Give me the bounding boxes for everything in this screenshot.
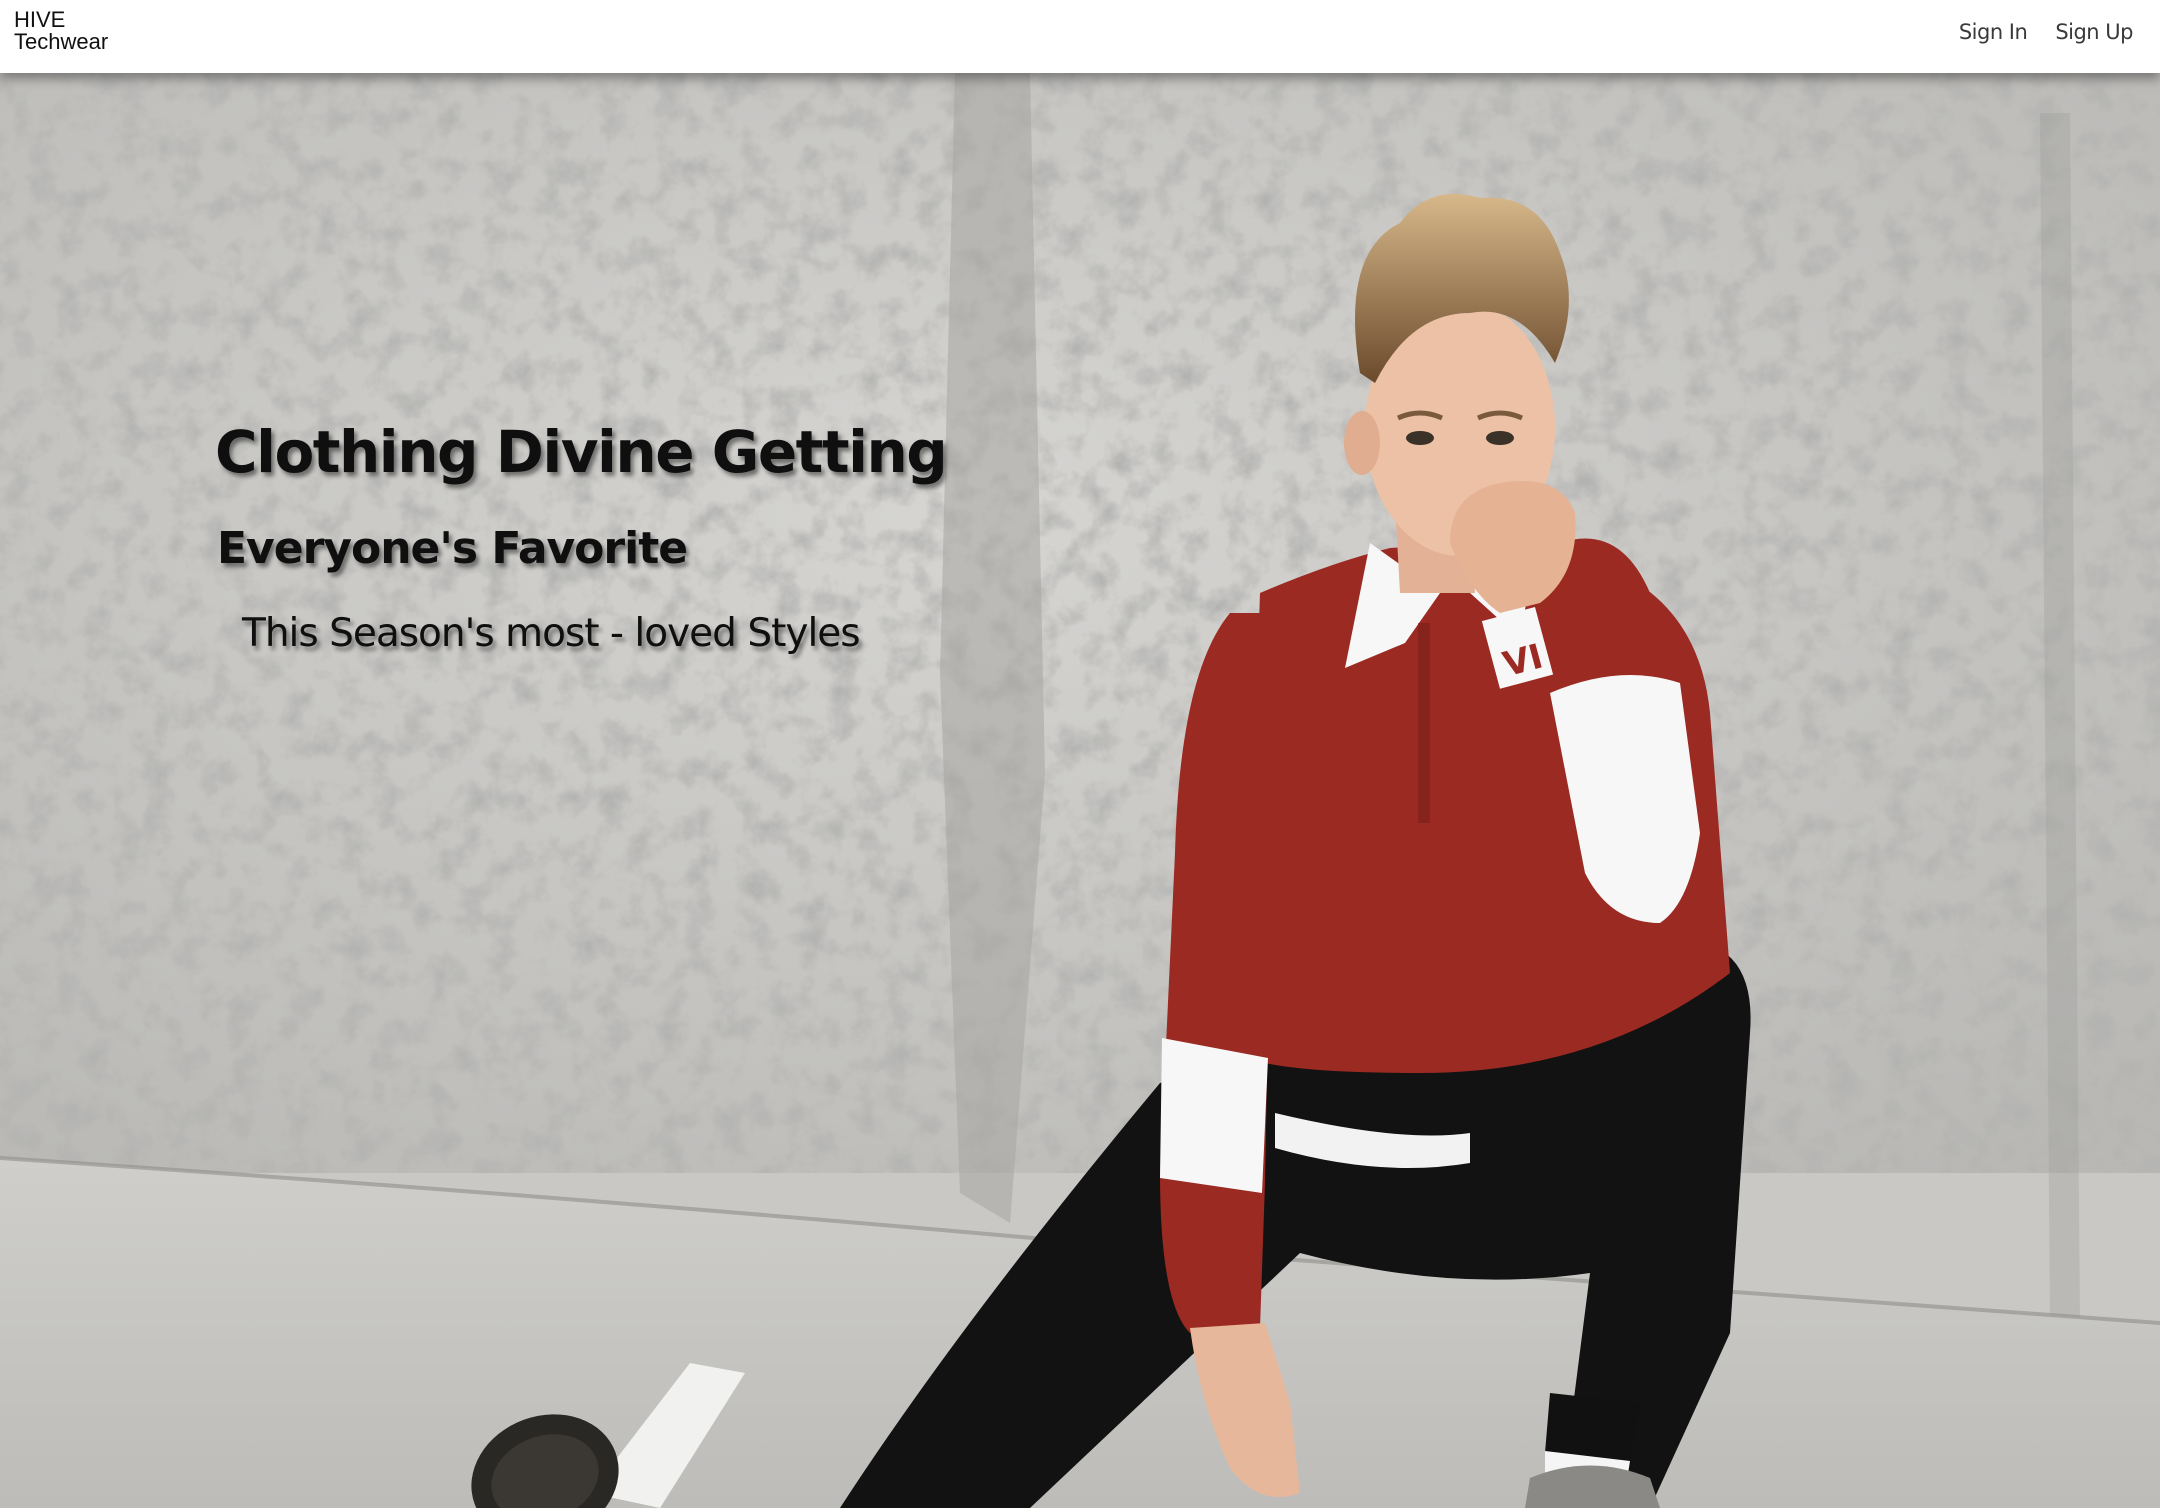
hero-title: Clothing Divine Getting: [215, 418, 948, 486]
auth-nav: Sign In Sign Up: [1959, 20, 2134, 44]
hero-subtitle: Everyone's Favorite: [217, 523, 688, 574]
hero-tagline: This Season's most - loved Styles: [242, 611, 861, 656]
top-navbar: HIVE Techwear Sign In Sign Up: [0, 0, 2160, 73]
brand-tagline: Techwear: [14, 29, 109, 54]
hero-photo: VI: [0, 73, 2160, 1508]
sign-up-link[interactable]: Sign Up: [2055, 20, 2133, 44]
sign-in-link[interactable]: Sign In: [1959, 20, 2028, 44]
hero-banner: VI Clothing Divine Getting Everyone's Fa…: [0, 73, 2160, 1508]
brand-name: HIVE: [14, 7, 66, 32]
brand-logo[interactable]: HIVE Techwear: [14, 9, 108, 53]
